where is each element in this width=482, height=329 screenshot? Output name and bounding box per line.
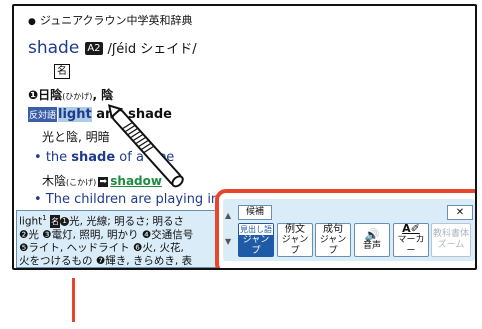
definition-popup[interactable]: light1 名 1 光, 光線; 明るさ; 明るさ ❷光 ❸電灯, 照明, 明かり… xyxy=(16,210,218,268)
toolbar-panel: ▲ ▼ 候補 ✕ 見出し語 ジャンプ 例文 ジャンプ 成句 ジャンプ 🔊 音声 … xyxy=(223,199,475,261)
headword-jump-bottom: ジャンプ xyxy=(242,234,270,256)
phrase-jump-top: 成句 xyxy=(323,223,343,235)
popup-line-4: 火をつけるもの ❼輝き, きらめき, 表 xyxy=(19,254,193,267)
sense-1: ❶日陰(ひかげ), 陰 xyxy=(28,86,113,103)
bullet-icon: ● xyxy=(28,17,36,27)
sense-rest: , 陰 xyxy=(92,88,114,102)
antonym-translation: 光と陰, 明暗 xyxy=(42,130,110,144)
popup-line-1-text: 光, 光線; 明るさ; 明るさ xyxy=(69,215,185,228)
textbook-font-zoom-button[interactable]: 教科書体 ズーム xyxy=(431,223,471,257)
arrow-right-icon: ➡ xyxy=(98,176,109,187)
example-translation-text: 木陰 xyxy=(42,174,67,188)
sense-reading: (ひかげ) xyxy=(62,92,93,101)
example-jump-button[interactable]: 例文 ジャンプ xyxy=(277,223,313,257)
phrase-jump-bottom: ジャンプ xyxy=(319,234,347,256)
audio-label: 音声 xyxy=(362,240,381,251)
level-badge: A2 xyxy=(85,41,103,55)
example-bullet: • xyxy=(34,150,42,165)
dictionary-device: ● ジュニアクラウン中学英和辞典 shade A2/ʃéid シェイド/ 名 ❶日陰… xyxy=(0,0,482,329)
marker-pen-icon: A✐ xyxy=(402,222,420,235)
example-jump-top: 例文 xyxy=(285,223,305,235)
callout-pointer-line xyxy=(72,278,75,322)
selected-word-light[interactable]: light xyxy=(58,107,92,122)
sense-word: 日陰 xyxy=(38,88,63,102)
dictionary-screen: ● ジュニアクラウン中学英和辞典 shade A2/ʃéid シェイド/ 名 ❶日陰… xyxy=(12,4,477,270)
antonym-phrase[interactable]: 反対語 light and shade xyxy=(28,107,172,122)
sense-number-badge: 1 xyxy=(60,217,70,226)
marker-label: マーカー xyxy=(397,235,425,256)
part-of-speech-badge: 名 xyxy=(54,64,70,79)
example-post: of a tree xyxy=(115,150,175,165)
popup-word-sup: 1 xyxy=(42,214,47,222)
entry-content: ● ジュニアクラウン中学英和辞典 shade A2/ʃéid シェイド/ 名 ❶日陰… xyxy=(14,6,475,268)
antonym-label: 反対語 xyxy=(28,107,58,122)
marker-button[interactable]: A✐ マーカー xyxy=(393,223,429,257)
scroll-down-icon[interactable]: ▼ xyxy=(225,237,231,246)
zoom-bottom: ズーム xyxy=(437,240,465,250)
pronunciation: /ʃéid シェイド/ xyxy=(107,42,197,57)
example-jump-bottom: ジャンプ xyxy=(281,234,309,256)
popup-word: light xyxy=(19,215,43,228)
zoom-top: 教科書体 xyxy=(432,229,469,239)
entry-headword-line: shade A2/ʃéid シェイド/ xyxy=(28,38,197,58)
popup-line-2: ❷光 ❸電灯, 照明, 明かり ❹交通信号 xyxy=(19,228,194,241)
example-2: • The children are playing in xyxy=(34,192,220,207)
example-word: shade xyxy=(71,150,116,165)
scroll-up-icon[interactable]: ▲ xyxy=(225,211,231,220)
headword-jump-top: 見出し語 xyxy=(239,223,273,235)
headword: shade xyxy=(28,38,80,58)
popup-line-1: light1 名 1 光, 光線; 明るさ; 明るさ xyxy=(19,212,215,229)
example-1-translation: 木陰(こかげ) ➡ shadow xyxy=(42,172,162,189)
popup-line-3: ❺ライト, ヘッドライト ❻火, 火花, xyxy=(19,241,184,254)
example-pre: the xyxy=(45,150,72,165)
close-button[interactable]: ✕ xyxy=(447,205,473,220)
noun-badge: 名 xyxy=(50,215,61,228)
antonym-rest: and shade xyxy=(91,107,172,122)
example-1: • the shade of a tree xyxy=(34,150,174,165)
sense-number: ❶ xyxy=(28,88,39,102)
shadow-link[interactable]: shadow xyxy=(110,174,162,188)
candidate-button[interactable]: 候補 xyxy=(238,205,272,220)
jump-toolbar: ▲ ▼ 候補 ✕ 見出し語 ジャンプ 例文 ジャンプ 成句 ジャンプ 🔊 音声 … xyxy=(215,189,475,268)
phrase-jump-button[interactable]: 成句 ジャンプ xyxy=(315,223,351,257)
example-reading: (こかげ) xyxy=(66,178,97,187)
speaker-icon: 🔊 xyxy=(364,227,380,242)
dictionary-title-text: ジュニアクラウン中学英和辞典 xyxy=(39,14,193,27)
dictionary-title: ● ジュニアクラウン中学英和辞典 xyxy=(28,12,193,28)
audio-button[interactable]: 🔊 音声 xyxy=(354,223,390,257)
headword-jump-button[interactable]: 見出し語 ジャンプ xyxy=(238,223,274,257)
